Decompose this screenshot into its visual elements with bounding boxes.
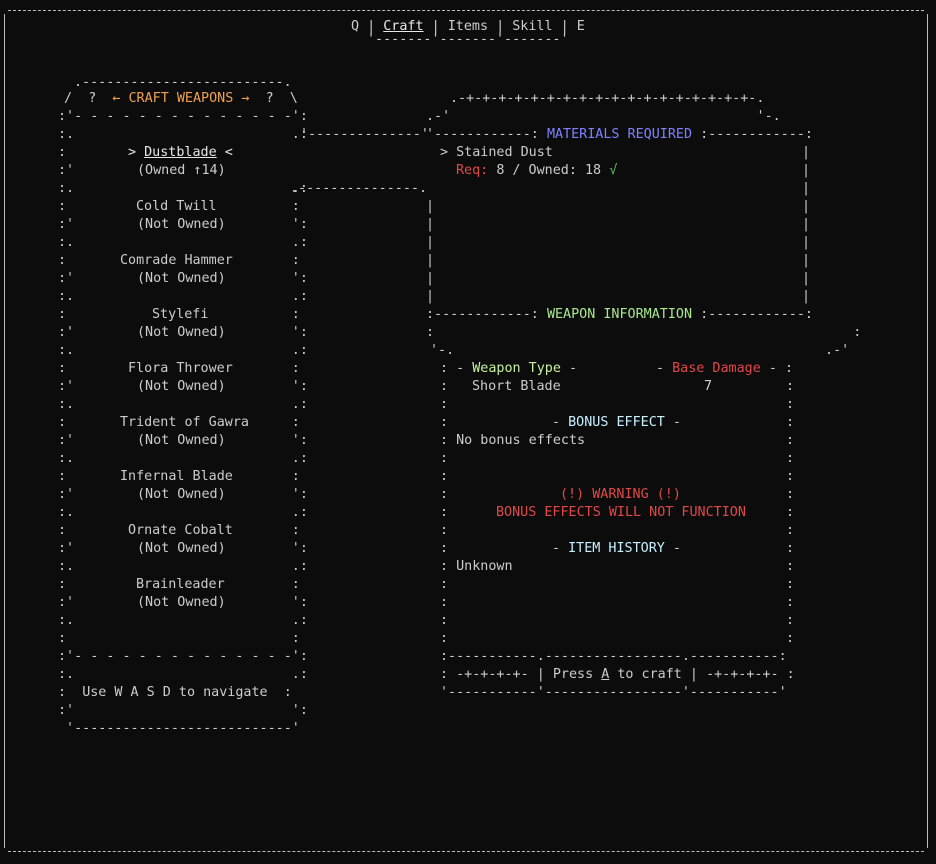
prev-category-arrow[interactable]: ← (112, 91, 120, 106)
frame-right-border (927, 14, 928, 848)
list-item[interactable]: Cold Twill (136, 198, 217, 216)
tab-underline-deco: '-------'-------'-------' (367, 32, 569, 47)
craft-button[interactable]: Press A to craft (553, 667, 682, 682)
weapon-status: (Not Owned) (137, 433, 226, 448)
list-item[interactable]: Infernal Blade (120, 468, 233, 486)
weapon-status: (Not Owned) (137, 217, 226, 232)
warning-text: BONUS EFFECTS WILL NOT FUNCTION (496, 505, 746, 520)
next-category-arrow[interactable]: → (241, 91, 249, 106)
help-icon-right: ? (265, 91, 274, 106)
warning-title: (!) WARNING (!) (560, 487, 681, 502)
base-damage-value: 7 (704, 379, 713, 394)
weapon-status: (Not Owned) (137, 487, 226, 502)
material-requirement: Req: 8 / Owned: 18 √ (456, 163, 618, 178)
list-item[interactable]: > Dustblade < (128, 144, 233, 162)
weapon-status: (Not Owned) (137, 379, 226, 394)
material-item: > Stained Dust (440, 145, 553, 160)
item-history-value: Unknown (456, 559, 513, 574)
bonus-effect-value: No bonus effects (456, 433, 586, 448)
list-item[interactable]: Ornate Cobalt (128, 522, 233, 540)
weapon-info-heading: WEAPON INFORMATION (546, 307, 693, 322)
navigation-help-text: Use W A S D to navigate (82, 685, 268, 700)
craft-key: A (601, 667, 610, 682)
bonus-effect-heading: BONUS EFFECT (568, 415, 665, 430)
panel-sep: :'- - - - - - - - - - - - - -': (58, 649, 308, 664)
list-item[interactable]: Comrade Hammer (120, 252, 233, 270)
weapon-type-value: Short Blade (472, 379, 561, 394)
weapon-status: (Not Owned) (137, 541, 226, 556)
weapon-status: (Not Owned) (137, 325, 226, 340)
list-item[interactable]: Stylefi (152, 306, 208, 324)
weapon-name: Dustblade (144, 145, 217, 160)
check-icon: √ (609, 163, 618, 178)
panel-sep: :'- - - - - - - - - - - - - -': (58, 109, 308, 124)
weapon-status: (Not Owned) (137, 595, 226, 610)
frame-top-border (8, 10, 924, 11)
tab-q[interactable]: Q (351, 19, 359, 34)
base-damage-label: Base Damage (672, 361, 761, 376)
weapon-status: (Not Owned) (137, 271, 226, 286)
weapon-status: (Owned ↑14) (137, 163, 226, 178)
footer-deco-left: -+-+-+-+- (456, 667, 529, 682)
help-icon-left: ? (88, 91, 97, 106)
frame-left-border (4, 14, 5, 848)
item-history-heading: ITEM HISTORY (568, 541, 665, 556)
list-item[interactable]: Trident of Gawra (120, 414, 249, 432)
weapon-type-label: Weapon Type (472, 361, 561, 376)
panel-title: CRAFT WEAPONS (128, 91, 234, 106)
footer-deco-right: -+-+-+-+- (706, 667, 779, 682)
panel-bottom-edge: '---------------------------' (58, 721, 300, 736)
panel-title-row: / ? ← CRAFT WEAPONS → ? \ (64, 91, 298, 106)
materials-heading: MATERIALS REQUIRED (546, 127, 693, 142)
list-item[interactable]: Brainleader (136, 576, 225, 594)
list-item[interactable]: Flora Thrower (128, 360, 233, 378)
tab-e[interactable]: E (577, 19, 585, 34)
frame-bottom-border (8, 851, 924, 852)
